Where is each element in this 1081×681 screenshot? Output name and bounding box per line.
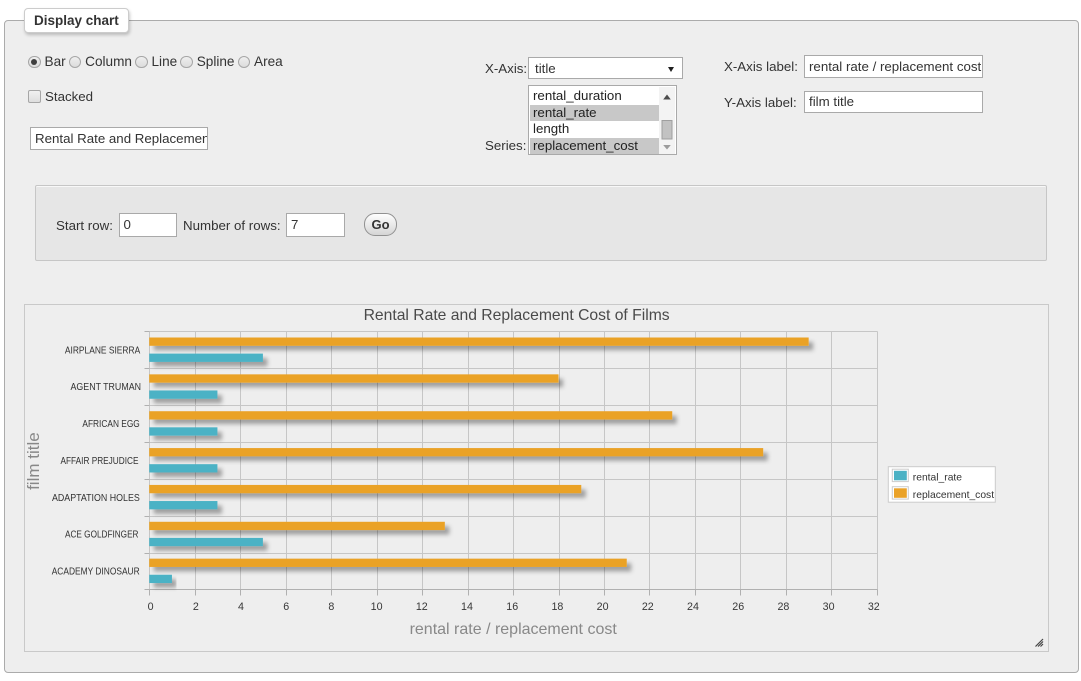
- svg-text:AGENT TRUMAN: AGENT TRUMAN: [71, 382, 142, 393]
- svg-text:10: 10: [371, 601, 383, 613]
- svg-text:14: 14: [461, 601, 473, 613]
- svg-text:16: 16: [506, 601, 518, 613]
- svg-text:ACE GOLDFINGER: ACE GOLDFINGER: [65, 530, 139, 541]
- svg-text:28: 28: [777, 601, 789, 613]
- svg-text:24: 24: [687, 601, 699, 613]
- svg-text:film title: film title: [25, 432, 43, 490]
- svg-text:18: 18: [551, 601, 563, 613]
- svg-text:32: 32: [868, 601, 880, 613]
- svg-text:22: 22: [642, 601, 654, 613]
- svg-text:2: 2: [193, 601, 199, 613]
- svg-text:replacement_cost: replacement_cost: [913, 490, 994, 501]
- svg-text:4: 4: [238, 601, 244, 613]
- svg-text:26: 26: [732, 601, 744, 613]
- svg-text:8: 8: [328, 601, 334, 613]
- svg-text:ADAPTATION HOLES: ADAPTATION HOLES: [52, 493, 140, 504]
- svg-text:ACADEMY DINOSAUR: ACADEMY DINOSAUR: [52, 566, 140, 577]
- svg-text:30: 30: [823, 601, 835, 613]
- svg-text:Rental Rate and Replacement Co: Rental Rate and Replacement Cost of Film…: [364, 307, 670, 324]
- svg-text:rental_rate: rental_rate: [913, 473, 963, 484]
- svg-text:AFRICAN EGG: AFRICAN EGG: [82, 419, 139, 430]
- svg-text:6: 6: [283, 601, 289, 613]
- svg-text:AFFAIR PREJUDICE: AFFAIR PREJUDICE: [61, 456, 139, 467]
- svg-text:20: 20: [597, 601, 609, 613]
- svg-text:AIRPLANE SIERRA: AIRPLANE SIERRA: [65, 345, 141, 356]
- svg-text:0: 0: [148, 601, 154, 613]
- svg-text:12: 12: [416, 601, 428, 613]
- svg-text:rental rate / replacement cost: rental rate / replacement cost: [410, 621, 618, 638]
